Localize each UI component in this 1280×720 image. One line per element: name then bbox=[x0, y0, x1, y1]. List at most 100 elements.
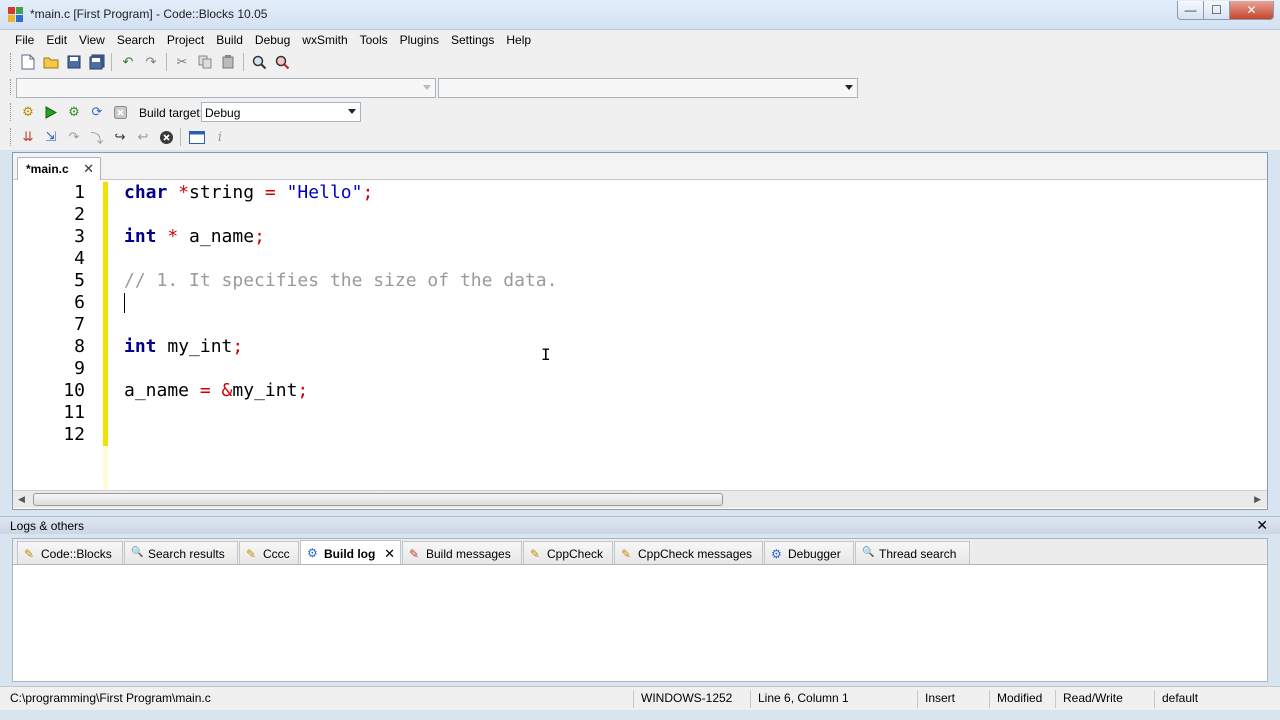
modified-marker bbox=[103, 402, 108, 424]
build-target-select[interactable]: Debug bbox=[201, 102, 361, 122]
toolbar-grip[interactable] bbox=[10, 128, 13, 146]
next-line-icon[interactable]: ↷ bbox=[64, 127, 84, 147]
main-toolbar: ↶ ↷ ✂ bbox=[0, 50, 1280, 75]
status-separator bbox=[1154, 690, 1155, 708]
code-line: 11 bbox=[13, 402, 1267, 424]
tab-build-log[interactable]: ⚙ Build log ✕ bbox=[300, 540, 401, 565]
menu-wxsmith[interactable]: wxSmith bbox=[296, 30, 353, 50]
tab-cppcheck-messages[interactable]: ✎ CppCheck messages bbox=[614, 541, 763, 565]
line-number: 7 bbox=[74, 314, 85, 335]
tab-label: Build messages bbox=[426, 547, 511, 561]
build-icon[interactable]: ⚙ bbox=[18, 102, 38, 122]
tab-build-messages[interactable]: ✎ Build messages bbox=[402, 541, 522, 565]
scroll-right-icon[interactable]: ▶ bbox=[1254, 494, 1261, 505]
redo-icon[interactable]: ↷ bbox=[141, 52, 161, 72]
scrollbar-thumb[interactable] bbox=[33, 493, 723, 506]
build-and-run-icon[interactable]: ⚙ bbox=[64, 102, 84, 122]
save-all-icon[interactable] bbox=[87, 52, 107, 72]
scroll-left-icon[interactable]: ◀ bbox=[18, 494, 25, 505]
build-target-value: Debug bbox=[205, 106, 241, 120]
status-separator bbox=[750, 690, 751, 708]
run-icon[interactable] bbox=[41, 102, 61, 122]
code-line: 3 int * a_name; bbox=[13, 226, 1267, 248]
undo-icon[interactable]: ↶ bbox=[118, 52, 138, 72]
function-combo[interactable] bbox=[438, 78, 858, 98]
compiler-toolbar: ⚙ ⚙ ⟳ Build target: Debug bbox=[0, 100, 1280, 125]
line-number: 3 bbox=[74, 226, 85, 247]
stop-debugger-icon[interactable] bbox=[156, 127, 176, 147]
close-logs-icon[interactable]: ✕ bbox=[1256, 517, 1268, 534]
menu-bar: File Edit View Search Project Build Debu… bbox=[0, 30, 1280, 50]
magnifier-icon: 🔍 bbox=[131, 547, 144, 558]
build-target-label: Build target: bbox=[139, 106, 204, 120]
find-replace-icon[interactable] bbox=[272, 52, 292, 72]
tab-cccc[interactable]: ✎ Cccc bbox=[239, 541, 299, 565]
menu-search[interactable]: Search bbox=[111, 30, 161, 50]
tab-debugger[interactable]: ⚙ Debugger bbox=[764, 541, 854, 565]
pencil-icon: ✎ bbox=[246, 547, 257, 561]
step-into-icon[interactable]: ↪ bbox=[110, 127, 130, 147]
menu-view[interactable]: View bbox=[73, 30, 111, 50]
toolbar-grip[interactable] bbox=[10, 53, 13, 71]
step-out-icon[interactable]: ↩ bbox=[133, 127, 153, 147]
minimize-button[interactable]: — bbox=[1177, 1, 1204, 20]
status-separator bbox=[633, 690, 634, 708]
menu-tools[interactable]: Tools bbox=[354, 30, 394, 50]
info-icon[interactable]: i bbox=[210, 127, 230, 147]
line-number: 8 bbox=[74, 336, 85, 357]
modified-marker bbox=[103, 380, 108, 402]
menu-settings[interactable]: Settings bbox=[445, 30, 500, 50]
menu-project[interactable]: Project bbox=[161, 30, 210, 50]
menu-debug[interactable]: Debug bbox=[249, 30, 296, 50]
find-icon[interactable] bbox=[249, 52, 269, 72]
code-completion-toolbar bbox=[0, 75, 1280, 100]
tab-label: Build log bbox=[324, 547, 376, 561]
code-line: 6 bbox=[13, 292, 1267, 314]
run-to-cursor-icon[interactable]: ⇲ bbox=[41, 127, 61, 147]
menu-build[interactable]: Build bbox=[210, 30, 249, 50]
line-number: 5 bbox=[74, 270, 85, 291]
tab-cppcheck[interactable]: ✎ CppCheck bbox=[523, 541, 613, 565]
open-folder-icon[interactable] bbox=[41, 52, 61, 72]
chevron-down-icon bbox=[845, 85, 853, 90]
debug-continue-icon[interactable]: ⇊ bbox=[18, 127, 38, 147]
rebuild-icon[interactable]: ⟳ bbox=[87, 102, 107, 122]
status-separator bbox=[917, 690, 918, 708]
code-editor[interactable]: 1 char *string = "Hello"; 2 3 int * a_na… bbox=[13, 181, 1267, 491]
modified-marker bbox=[103, 248, 108, 270]
cut-icon[interactable]: ✂ bbox=[172, 52, 192, 72]
mouse-ibeam-cursor: I bbox=[541, 345, 551, 364]
close-tab-icon[interactable]: ✕ bbox=[83, 161, 94, 177]
tab-search-results[interactable]: 🔍 Search results bbox=[124, 541, 238, 565]
tab-thread-search[interactable]: 🔍 Thread search bbox=[855, 541, 970, 565]
tab-codeblocks-log[interactable]: ✎ Code::Blocks bbox=[17, 541, 123, 565]
maximize-button[interactable]: ☐ bbox=[1204, 1, 1230, 20]
save-icon[interactable] bbox=[64, 52, 84, 72]
menu-edit[interactable]: Edit bbox=[40, 30, 73, 50]
minimize-icon: — bbox=[1184, 3, 1197, 17]
horizontal-scrollbar[interactable]: ◀ ▶ bbox=[13, 490, 1267, 508]
tab-main-c[interactable]: *main.c ✕ bbox=[17, 157, 101, 180]
toolbar-grip[interactable] bbox=[10, 103, 13, 121]
menu-file[interactable]: File bbox=[9, 30, 40, 50]
abort-icon[interactable] bbox=[110, 102, 130, 122]
scope-combo[interactable] bbox=[16, 78, 436, 98]
close-window-button[interactable]: ✕ bbox=[1230, 1, 1274, 20]
next-instruction-icon[interactable]: ⤵ bbox=[87, 127, 107, 147]
paste-icon[interactable] bbox=[218, 52, 238, 72]
new-file-icon[interactable] bbox=[18, 52, 38, 72]
toolbar-grip[interactable] bbox=[10, 79, 13, 95]
status-separator bbox=[989, 690, 990, 708]
status-modified: Modified bbox=[997, 691, 1043, 705]
pencil-icon: ✎ bbox=[24, 547, 35, 561]
copy-icon[interactable] bbox=[195, 52, 215, 72]
pencil-icon: ✎ bbox=[530, 547, 541, 561]
menu-plugins[interactable]: Plugins bbox=[394, 30, 445, 50]
close-tab-icon[interactable]: ✕ bbox=[384, 546, 395, 562]
build-log-output[interactable] bbox=[12, 564, 1268, 682]
line-number: 12 bbox=[63, 424, 85, 445]
debug-windows-icon[interactable] bbox=[187, 127, 207, 147]
gear-icon: ⚙ bbox=[307, 546, 318, 560]
menu-help[interactable]: Help bbox=[500, 30, 537, 50]
code-line: 2 bbox=[13, 204, 1267, 226]
